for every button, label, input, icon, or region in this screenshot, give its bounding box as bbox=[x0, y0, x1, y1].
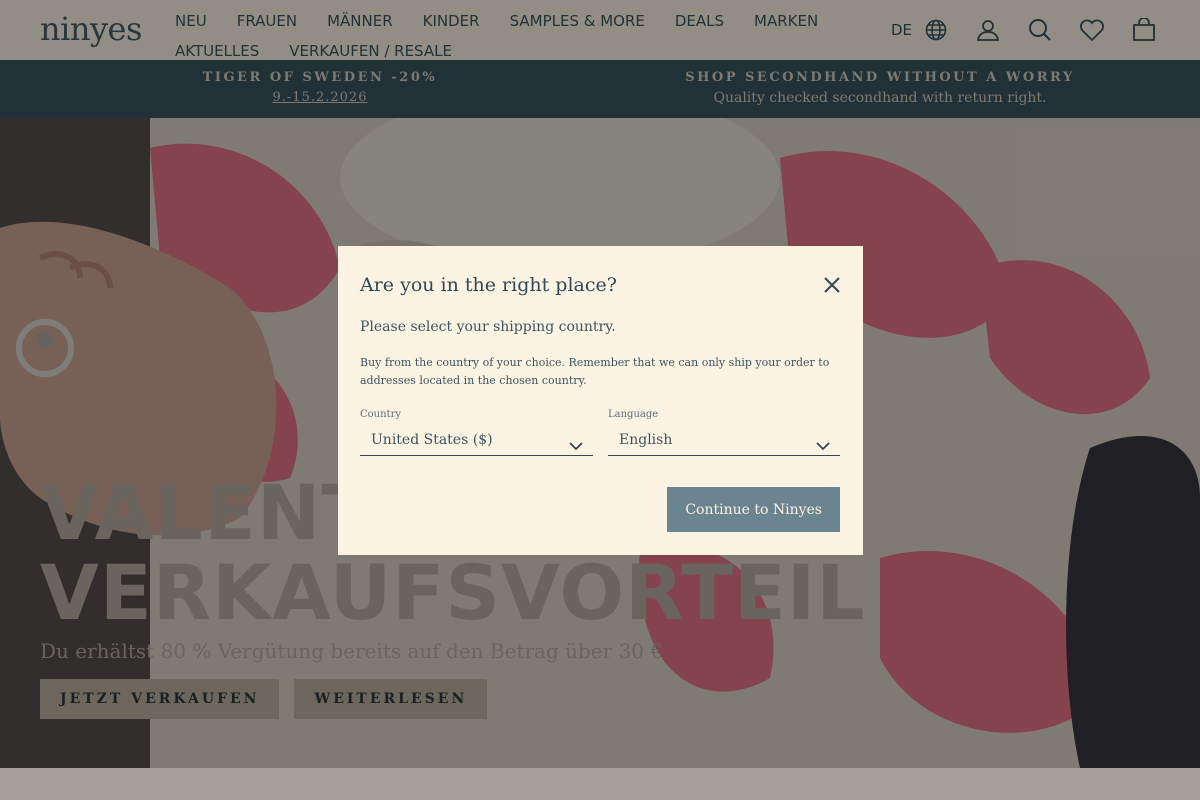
language-label: Language bbox=[608, 409, 659, 420]
country-select[interactable]: United States ($) bbox=[360, 428, 593, 456]
continue-button[interactable]: Continue to Ninyes bbox=[667, 487, 840, 532]
country-value: United States ($) bbox=[371, 432, 493, 448]
chevron-down-icon bbox=[569, 436, 583, 455]
language-select[interactable]: English bbox=[608, 428, 840, 456]
chevron-down-icon bbox=[816, 436, 830, 455]
modal-title: Are you in the right place? bbox=[360, 274, 617, 296]
country-label: Country bbox=[360, 409, 402, 420]
language-field: Language English bbox=[608, 409, 840, 456]
close-icon[interactable] bbox=[823, 276, 841, 294]
country-field: Country United States ($) bbox=[360, 409, 593, 456]
country-select-modal: Are you in the right place? Please selec… bbox=[338, 246, 863, 555]
page-bottom-strip bbox=[0, 768, 1200, 800]
modal-description: Buy from the country of your choice. Rem… bbox=[360, 356, 830, 387]
modal-lead-text: Please select your shipping country. bbox=[360, 319, 616, 335]
language-value: English bbox=[619, 432, 673, 448]
